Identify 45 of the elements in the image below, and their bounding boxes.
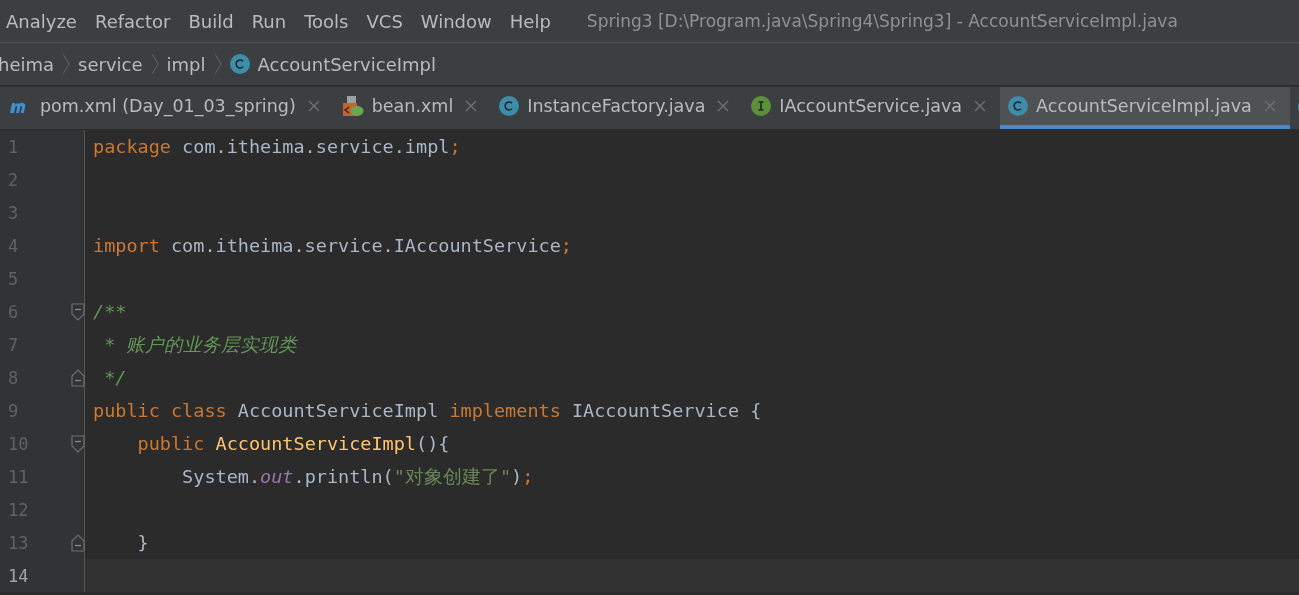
close-icon[interactable] <box>307 100 320 112</box>
editor-tab[interactable]: InstanceFactory.java <box>491 87 744 129</box>
close-icon[interactable] <box>1263 100 1276 112</box>
code-line: System.out.println("对象创建了"); <box>181 466 534 487</box>
menu-item[interactable]: Build <box>188 10 234 32</box>
breadcrumb-item[interactable]: impl <box>166 53 206 75</box>
xml-file-icon <box>341 95 364 117</box>
chevron-icon <box>150 52 159 76</box>
code-line: } <box>136 532 149 553</box>
editor-tab[interactable]: IAccountService.java <box>743 87 1001 129</box>
line-number: 14 <box>7 565 30 586</box>
fold-icon[interactable] <box>71 533 85 552</box>
window-title: Spring3 [D:\Program.java\Spring4\Spring3] - AccountServiceImpl.java <box>586 11 1178 31</box>
editor-tab[interactable]: pom.xml (Day_01_03_spring) <box>0 87 334 129</box>
class-icon <box>1008 96 1029 116</box>
code-line: */ <box>103 367 127 388</box>
chevron-icon <box>213 52 222 76</box>
breadcrumb-item[interactable]: heima <box>0 53 55 75</box>
code-line: * 账户的业务层实现类 <box>103 334 298 355</box>
fold-icon[interactable] <box>71 434 85 453</box>
code-line: package com.itheima.service.impl; <box>93 136 461 157</box>
menu-item[interactable]: Help <box>509 10 551 32</box>
code-line: public AccountServiceImpl(){ <box>136 433 450 454</box>
menu-item[interactable]: Analyze <box>6 10 77 32</box>
menu-item[interactable]: VCS <box>366 10 403 32</box>
close-icon[interactable] <box>465 100 478 112</box>
menu-item[interactable]: Tools <box>304 10 349 32</box>
menu-item[interactable]: Refactor <box>94 10 171 32</box>
editor-tab[interactable]: bean.xml <box>333 87 492 129</box>
chevron-icon <box>62 52 71 76</box>
breadcrumb-item[interactable]: AccountServiceImpl <box>257 53 436 75</box>
close-icon[interactable] <box>717 100 730 112</box>
breadcrumb-item[interactable]: service <box>78 53 143 75</box>
class-icon <box>499 96 520 116</box>
class-icon <box>229 54 250 74</box>
interface-icon <box>751 96 772 116</box>
menu-item[interactable]: Run <box>251 10 287 32</box>
code-line: /** <box>93 301 127 322</box>
menu-item[interactable]: Window <box>420 10 492 32</box>
code-line: public class AccountServiceImpl implements IAccountService { <box>93 400 762 421</box>
fold-icon[interactable] <box>71 302 85 321</box>
fold-icon[interactable] <box>71 368 85 387</box>
code-line: import com.itheima.service.IAccountService; <box>93 235 572 256</box>
editor-tab[interactable]: AccountServiceImpl.java <box>1000 87 1290 129</box>
close-icon[interactable] <box>974 100 987 112</box>
